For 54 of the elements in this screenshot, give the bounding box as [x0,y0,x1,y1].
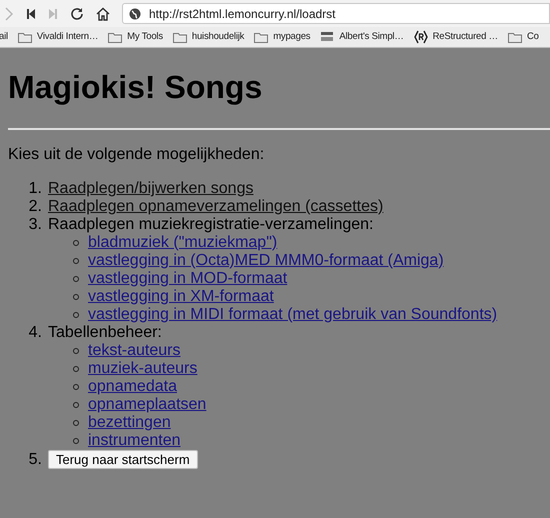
folder-icon [508,32,522,42]
bullet-icon [73,366,79,372]
link[interactable]: opnamedata [88,378,177,396]
address-bar[interactable]: http://rst2html.lemoncurry.nl/loadrst [122,3,550,24]
list-number: 2. [28,198,43,216]
list-number: 3. [28,216,43,234]
url-text: http://rst2html.lemoncurry.nl/loadrst [149,6,336,22]
reload-icon[interactable] [70,6,84,20]
folder-icon [108,32,122,42]
folder-icon [172,32,187,42]
r-logo-icon [414,30,428,44]
list-number: 1. [28,180,43,198]
list-item-text: Raadplegen muziekregistratie-verzamelingen: [48,216,374,234]
bookmark[interactable]: mypages [254,30,310,44]
back-button[interactable]: Terug naar startscherm [48,450,198,469]
link[interactable]: Raadplegen opnameverzamelingen (cassettes) [48,198,384,216]
bookmark[interactable]: My Tools [108,30,163,44]
folder-icon [254,32,268,42]
list-number: 5. [28,450,43,468]
link[interactable]: vastlegging in (Octa)MED MMM0-formaat (Amiga) [88,252,444,270]
bullet-icon [73,402,79,408]
list-item-text: Tabellenbeheer: [48,324,162,342]
globe-icon [129,8,141,20]
bullet-icon [73,294,79,300]
link[interactable]: opnameplaatsen [88,396,206,414]
bookmark[interactable]: Vivaldi Intern… [18,30,98,44]
bookmark[interactable]: ReStructured … [414,30,498,44]
link[interactable]: vastlegging in MOD-formaat [88,270,288,288]
bullet-icon [73,312,79,318]
list-number: 4. [28,324,43,342]
intro-text: Kies uit de volgende mogelijkheden: [8,146,266,164]
bullet-icon [73,420,79,426]
link[interactable]: bladmuziek ("muziekmap") [88,234,278,252]
link[interactable]: bezettingen [88,414,171,432]
link[interactable]: tekst-auteurs [88,342,180,360]
folder-icon [18,32,32,42]
logo-icon [320,31,334,43]
bookmark[interactable]: Albert's Simpl… [320,30,404,44]
link[interactable]: Raadplegen/bijwerken songs [48,180,254,198]
skip-back-icon[interactable] [26,8,36,20]
bullet-icon [73,258,79,264]
bullet-icon [73,384,79,390]
bookmark[interactable]: huishoudelijk [172,30,244,44]
bullet-icon [73,276,79,282]
bullet-icon [73,348,79,354]
link[interactable]: muziek-auteurs [88,360,198,378]
link[interactable]: vastlegging in XM-formaat [88,288,274,306]
link[interactable]: instrumenten [88,432,180,450]
home-icon[interactable] [96,6,110,20]
bullet-icon [73,240,79,246]
page-title: Magiokis! Songs [8,69,264,106]
link[interactable]: vastlegging in MIDI formaat (met gebruik van Soundfonts) [88,306,498,324]
bullet-icon [73,438,79,444]
bookmark[interactable]: Co [508,30,539,44]
